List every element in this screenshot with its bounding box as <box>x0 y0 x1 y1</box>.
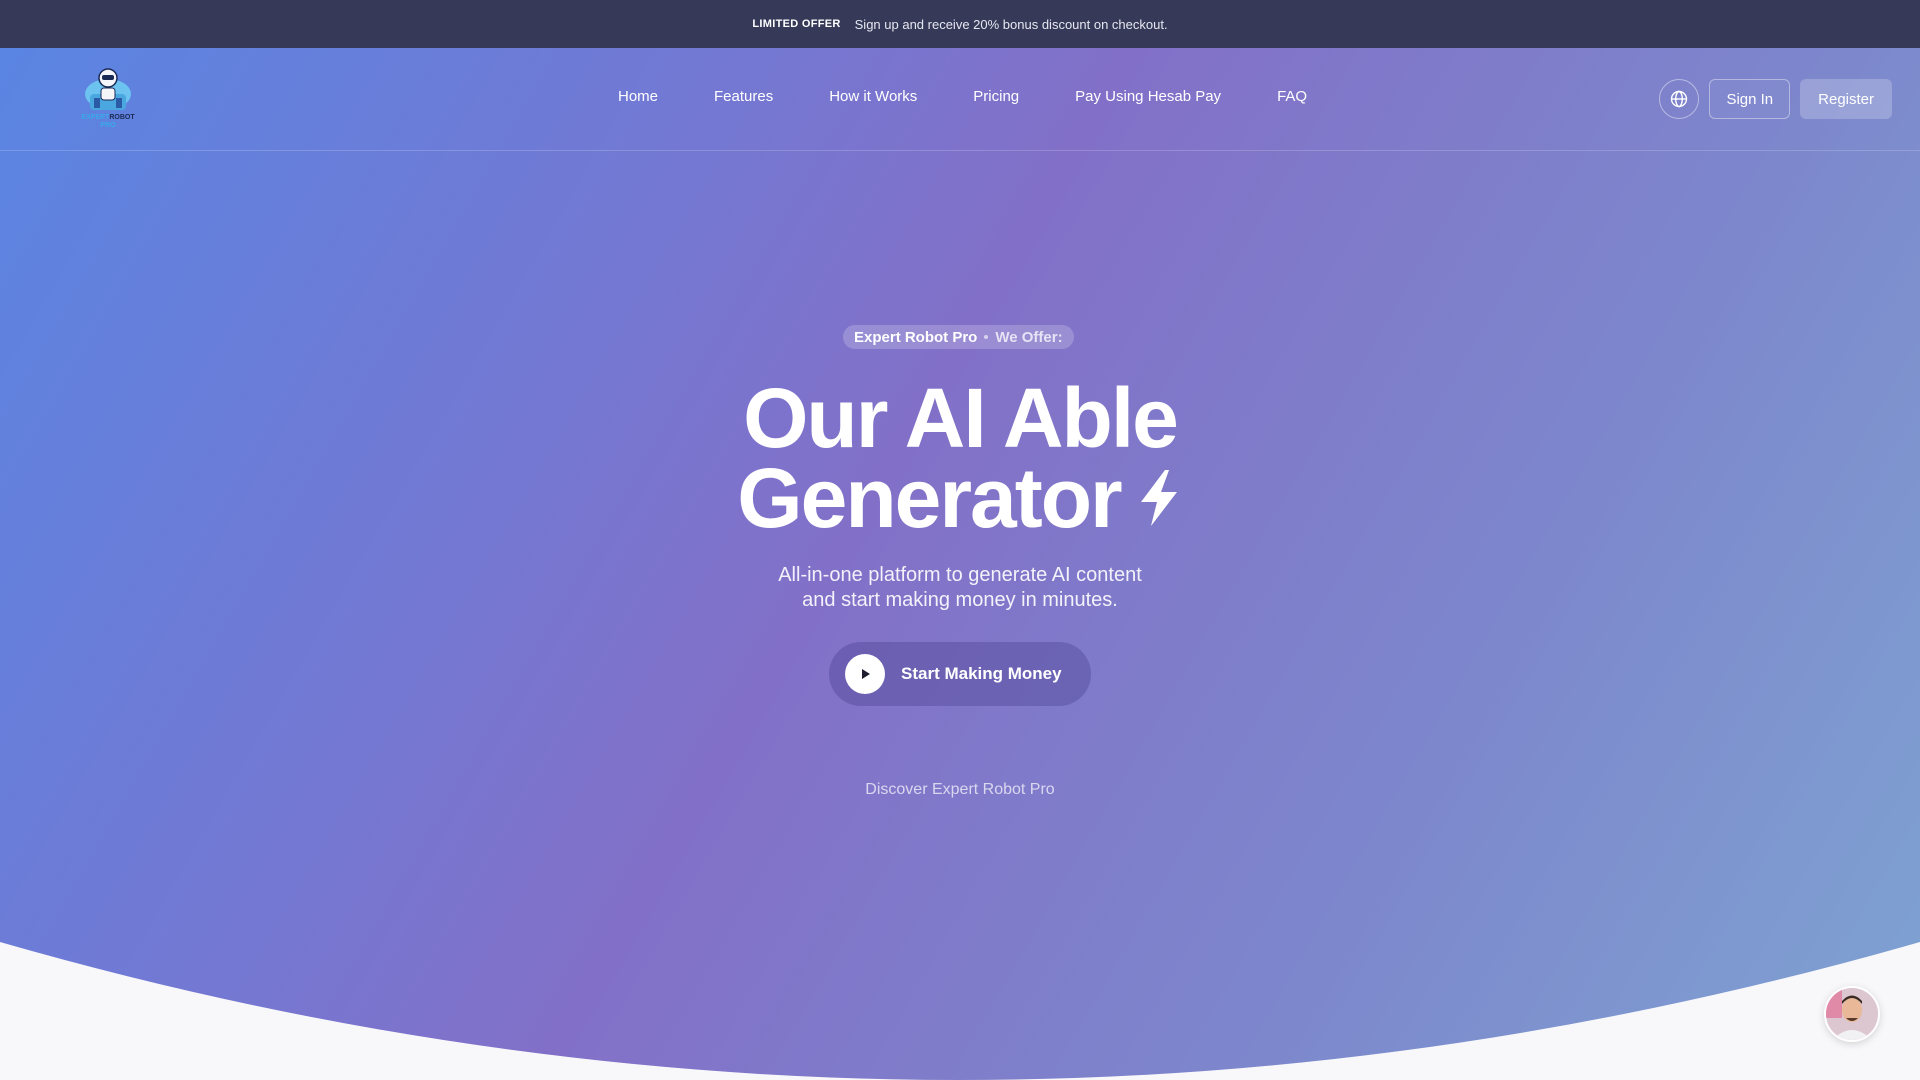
hero-eyebrow-pill: Expert Robot Pro We Offer: <box>843 325 1074 349</box>
nav-link-faq[interactable]: FAQ <box>1277 88 1307 105</box>
language-button[interactable] <box>1659 79 1700 119</box>
logo-word-expert: EXPERT <box>81 114 110 121</box>
robot-logo-icon <box>85 68 131 110</box>
nav-actions: Sign In Register <box>1659 79 1892 119</box>
lightning-bolt-icon <box>1140 470 1177 526</box>
main-navbar: EXPERTROBOT PRO Home Features How it Wor… <box>0 48 1920 151</box>
pill-offer: We Offer: <box>995 328 1063 346</box>
nav-links: Home Features How it Works Pricing Pay U… <box>618 88 1307 105</box>
nav-link-how-it-works[interactable]: How it Works <box>829 88 917 105</box>
sign-in-button[interactable]: Sign In <box>1709 79 1791 119</box>
offer-tag: LIMITED OFFER <box>752 18 841 30</box>
offer-banner: LIMITED OFFER Sign up and receive 20% bo… <box>0 0 1920 48</box>
nav-link-hesab-pay[interactable]: Pay Using Hesab Pay <box>1075 88 1221 105</box>
nav-link-home[interactable]: Home <box>618 88 658 105</box>
hero-section: EXPERTROBOT PRO Home Features How it Wor… <box>0 48 1920 1080</box>
hero-headline: Our AI Able Generator <box>560 376 1360 545</box>
subtitle-line1: All-in-one platform to generate AI conte… <box>778 564 1142 586</box>
start-making-money-button[interactable]: Start Making Money <box>829 642 1091 706</box>
logo-word-robot: ROBOT <box>109 114 135 121</box>
register-button[interactable]: Register <box>1800 79 1892 119</box>
support-chat-avatar[interactable] <box>1824 986 1880 1042</box>
discover-link[interactable]: Discover Expert Robot Pro <box>760 781 1160 799</box>
pill-brand: Expert Robot Pro <box>854 328 978 346</box>
headline-line2-wrap: Generator <box>737 451 1182 545</box>
play-icon <box>845 654 885 694</box>
subtitle-line2: and start making money in minutes. <box>802 589 1118 611</box>
person-avatar-icon <box>1826 988 1878 1040</box>
globe-icon <box>1671 90 1688 108</box>
nav-link-features[interactable]: Features <box>714 88 773 105</box>
offer-message: Sign up and receive 20% bonus discount o… <box>854 16 1168 32</box>
headline-line2: Generator <box>737 451 1122 545</box>
site-logo[interactable]: EXPERTROBOT PRO <box>72 64 144 136</box>
nav-link-pricing[interactable]: Pricing <box>973 88 1019 105</box>
pill-separator-dot <box>984 335 989 339</box>
logo-wordmark: EXPERTROBOT PRO <box>72 114 144 130</box>
cta-label: Start Making Money <box>901 664 1062 683</box>
hero-subtitle: All-in-one platform to generate AI conte… <box>660 563 1260 613</box>
logo-word-pro: PRO <box>100 122 116 129</box>
